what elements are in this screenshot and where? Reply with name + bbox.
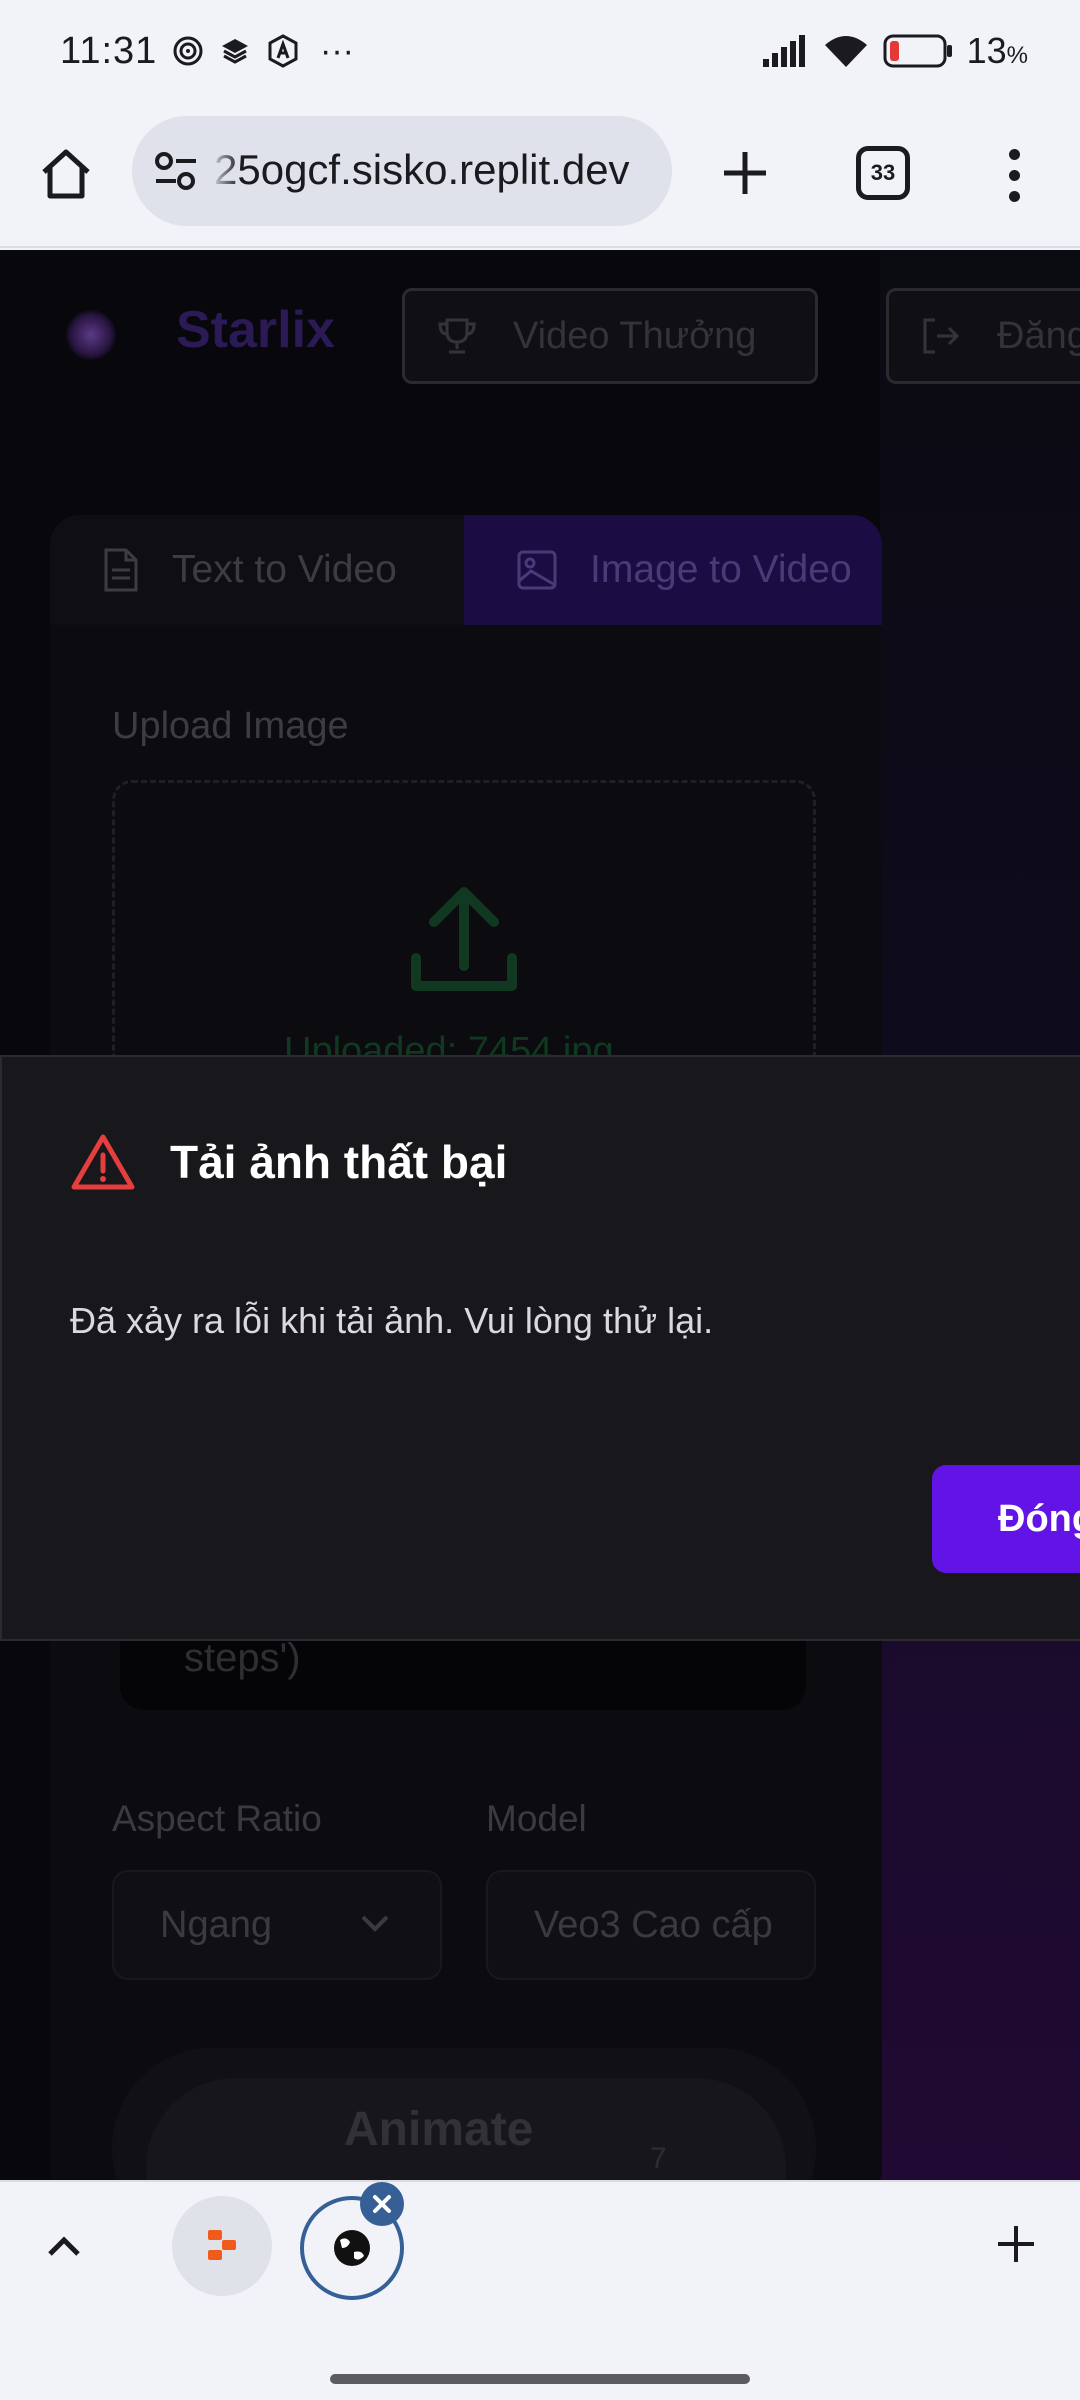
status-system-icons: 13% (762, 30, 1028, 72)
error-dialog: Tải ảnh thất bại Đã xảy ra lỗi khi tải ả… (0, 1055, 1080, 1641)
tab-strip (0, 2180, 1080, 2310)
logo-star-icon (66, 310, 116, 360)
status-bar: 11:31 ··· 13% (0, 0, 1080, 108)
tab-image-to-video-label: Image to Video (590, 548, 852, 591)
close-tab-button[interactable] (360, 2182, 404, 2226)
address-bar[interactable]: 25ogcf.sisko.replit.dev (132, 116, 672, 226)
url-text[interactable]: 25ogcf.sisko.replit.dev (214, 146, 630, 194)
tab-image-to-video[interactable]: Image to Video (464, 515, 882, 625)
aspect-ratio-label: Aspect Ratio (112, 1798, 322, 1839)
tab-switcher-button[interactable]: 33 (856, 146, 910, 200)
battery-percent-value: 13 (966, 30, 1007, 71)
animate-count: 7 (650, 2142, 667, 2175)
upload-icon (411, 887, 517, 991)
hotspot-icon (173, 36, 203, 66)
prompt-text-fragment: steps') (184, 1636, 301, 1680)
battery-icon (883, 34, 952, 68)
warning-icon (71, 1134, 135, 1190)
tab-text-to-video-label: Text to Video (172, 548, 397, 591)
chevron-up-icon[interactable] (44, 2226, 84, 2266)
system-navigation (0, 2310, 1080, 2400)
close-icon (373, 2195, 391, 2213)
home-button[interactable] (32, 140, 100, 208)
globe-icon (334, 2230, 370, 2266)
new-tab-icon (724, 152, 766, 194)
aspect-ratio-select[interactable]: Ngang (112, 1870, 442, 1980)
status-time: 11:31 (60, 30, 158, 72)
image-icon (517, 550, 557, 590)
url-fade (210, 116, 240, 226)
upload-image-label: Upload Image (112, 705, 349, 747)
trophy-icon (438, 318, 476, 354)
status-notification-icons: ··· (172, 34, 354, 68)
wifi-icon (824, 36, 867, 67)
tab-thumbnail-app[interactable] (172, 2196, 272, 2296)
dialog-title: Tải ảnh thất bại (170, 1136, 508, 1188)
add-tab-icon[interactable] (994, 2222, 1038, 2266)
shield-app-icon (268, 34, 298, 68)
document-icon (104, 548, 138, 592)
animate-label: Animate (344, 2103, 534, 2156)
aspect-ratio-value: Ngang (160, 1903, 272, 1946)
brand-name[interactable]: Starlix (176, 300, 335, 360)
battery-percent: 13% (967, 30, 1028, 72)
more-notifications-icon: ··· (320, 32, 354, 70)
gesture-handle[interactable] (330, 2374, 750, 2384)
home-icon (42, 149, 90, 199)
login-icon (923, 318, 960, 354)
video-reward-label: Video Thưởng (513, 314, 757, 357)
battery-percent-unit: % (1006, 42, 1028, 69)
login-button[interactable]: Đăng (886, 288, 1080, 384)
dialog-message: Đã xảy ra lỗi khi tải ảnh. Vui lòng thử … (70, 1300, 714, 1341)
model-label: Model (486, 1798, 587, 1839)
login-label: Đăng (997, 314, 1080, 357)
more-menu-icon[interactable] (994, 140, 1034, 210)
signal-icon (762, 35, 805, 67)
model-select[interactable]: Veo3 Cao cấp (486, 1870, 816, 1980)
close-dialog-button[interactable]: Đóng (932, 1465, 1080, 1573)
video-reward-button[interactable]: Video Thưởng (402, 288, 818, 384)
layers-icon (222, 39, 248, 64)
browser-toolbar: 25ogcf.sisko.replit.dev 33 (0, 108, 1080, 248)
tab-text-to-video[interactable]: Text to Video (50, 515, 464, 625)
app-logo-icon (208, 2230, 236, 2260)
chevron-down-icon (361, 1915, 389, 1932)
site-settings-icon[interactable] (154, 150, 198, 192)
new-tab-button[interactable] (710, 138, 780, 208)
model-value: Veo3 Cao cấp (534, 1903, 773, 1946)
